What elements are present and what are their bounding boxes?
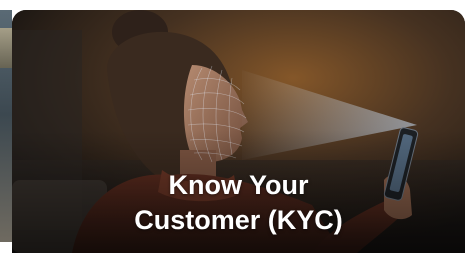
- card-title: Know Your Customer (KYC): [12, 168, 465, 238]
- kyc-card[interactable]: Know Your Customer (KYC): [12, 10, 465, 253]
- previous-card-image: [0, 28, 12, 68]
- card-title-line1: Know Your: [168, 170, 309, 200]
- kyc-tile-carousel: Know Your Customer (KYC): [0, 0, 465, 253]
- card-title-line2: Customer (KYC): [134, 205, 343, 235]
- previous-card-edge[interactable]: [0, 10, 12, 242]
